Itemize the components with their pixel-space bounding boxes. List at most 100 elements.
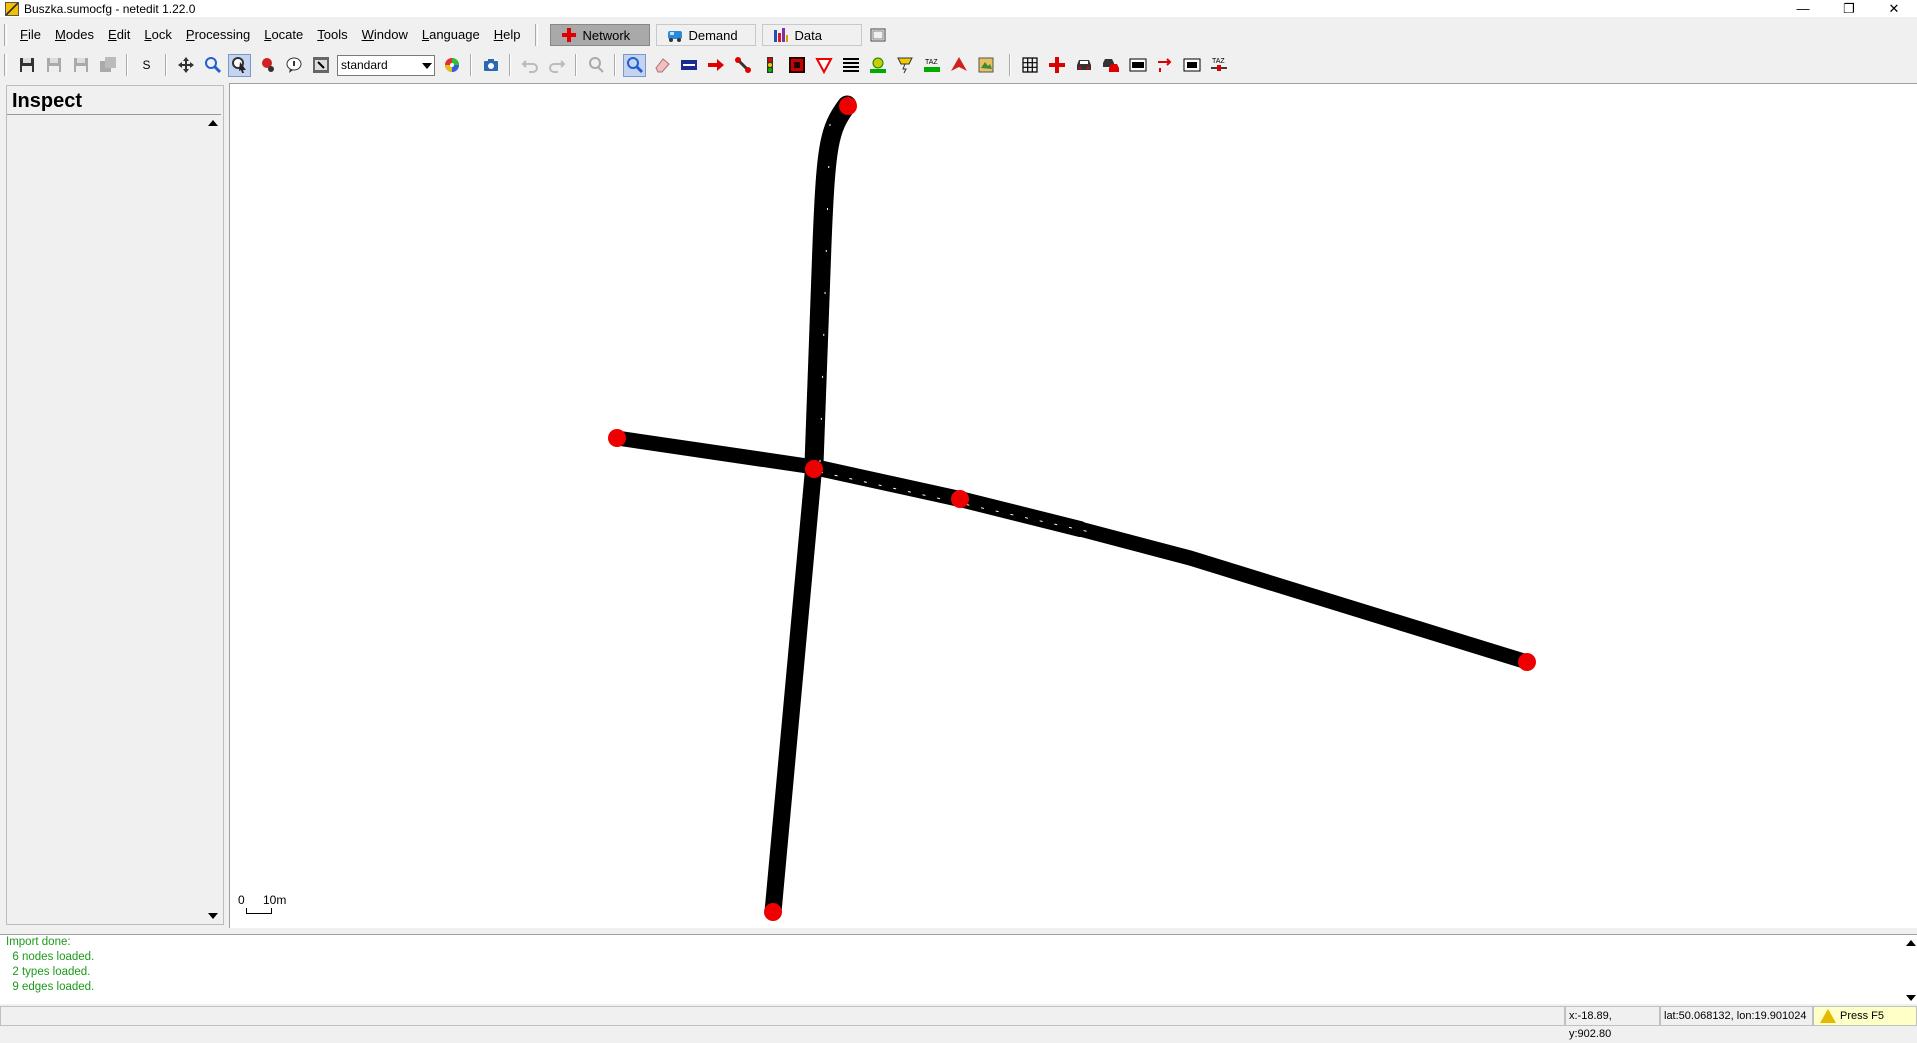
traffic-light-icon[interactable] [758, 54, 781, 77]
zoom-icon[interactable] [201, 54, 224, 77]
restore-button[interactable]: ❐ [1826, 0, 1872, 17]
inspect-network-icon[interactable] [623, 53, 646, 77]
status-main [0, 1006, 1565, 1026]
fullscreen-icon[interactable] [866, 24, 889, 47]
menu-language[interactable]: Language [415, 24, 487, 46]
vehicles-toggle-icon[interactable] [1099, 54, 1122, 77]
s-mode-button[interactable]: S [135, 54, 158, 77]
supermode-network-label: Network [582, 27, 631, 43]
inspect-scrollbar[interactable] [207, 117, 219, 922]
edge-north-south[interactable] [804, 95, 857, 474]
status-latlon: lat:50.068132, lon:19.901024 [1660, 1006, 1813, 1026]
close-button[interactable]: ✕ [1871, 0, 1917, 17]
chevron-down-icon [422, 62, 432, 69]
grid-icon[interactable] [1018, 54, 1041, 77]
save-all-icon[interactable] [96, 54, 119, 77]
save-demand-icon[interactable] [69, 54, 92, 77]
edge-south[interactable] [764, 455, 823, 921]
save-network-icon[interactable] [15, 54, 38, 77]
connection-icon[interactable] [785, 54, 808, 77]
menu-help[interactable]: Help [487, 24, 528, 46]
change-direction-icon[interactable] [1153, 54, 1176, 77]
supermode-network-button[interactable]: Network [550, 24, 651, 46]
menu-lock[interactable]: Lock [137, 24, 178, 46]
menu-edit[interactable]: Edit [101, 24, 137, 46]
scroll-up-icon[interactable] [208, 120, 218, 126]
scroll-down-icon[interactable] [1906, 995, 1916, 1001]
window-title: Buszka.sumocfg - netedit 1.22.0 [24, 1, 196, 16]
toolbar-separator [509, 54, 511, 76]
computing-icon[interactable] [584, 54, 607, 77]
poi-icon[interactable] [974, 54, 997, 77]
color-wheel-icon[interactable] [440, 54, 463, 77]
network-canvas[interactable]: 0 10m [229, 83, 1917, 928]
move-view-icon[interactable] [174, 54, 197, 77]
supermode-demand-button[interactable]: Demand [656, 24, 757, 46]
show-info-icon[interactable] [282, 54, 305, 77]
inspect-mode-icon[interactable] [228, 53, 251, 77]
inspect-title: Inspect [7, 86, 221, 115]
taz-edit-icon[interactable]: TAZ [1207, 54, 1230, 77]
crossing-icon[interactable] [839, 54, 862, 77]
edge-east[interactable] [1072, 521, 1535, 670]
additional-icon[interactable] [866, 54, 889, 77]
save-additionals-icon[interactable] [42, 54, 65, 77]
status-bar: x:-18.89, y:902.80 lat:50.068132, lon:19… [0, 1005, 1917, 1040]
merge-junctions-icon[interactable] [1126, 54, 1149, 77]
menu-grip [4, 24, 7, 46]
locate-junction-icon[interactable] [255, 54, 278, 77]
undo-icon[interactable] [518, 54, 541, 77]
toolbar-grip [4, 54, 7, 76]
delete-eraser-icon[interactable] [650, 54, 673, 77]
select-mode-icon[interactable] [677, 54, 700, 77]
visualization-scheme-value: standard [341, 57, 388, 72]
title-bar: Buszka.sumocfg - netedit 1.22.0 — ❐ ✕ [0, 0, 1917, 17]
status-press-f5[interactable]: Press F5 [1813, 1006, 1917, 1026]
junction-south[interactable] [764, 903, 782, 921]
s-mode-label: S [142, 58, 151, 72]
supermode-data-button[interactable]: Data [762, 24, 863, 46]
polygon-icon[interactable] [947, 54, 970, 77]
menu-tools[interactable]: Tools [310, 24, 354, 46]
edge-west[interactable] [609, 430, 822, 475]
menu-locate[interactable]: Locate [257, 24, 310, 46]
message-scrollbar[interactable] [1905, 938, 1917, 1003]
junction-west[interactable] [608, 429, 626, 447]
status-press-f5-label: Press F5 [1840, 1010, 1885, 1022]
menu-modes[interactable]: Modes [48, 24, 101, 46]
junction-east[interactable] [1518, 653, 1536, 671]
wire-icon[interactable] [893, 54, 916, 77]
junction-mid-east[interactable] [951, 490, 969, 508]
move-element-icon[interactable] [731, 54, 754, 77]
chain-edit-icon[interactable] [1180, 54, 1203, 77]
edge-center-east[interactable] [806, 459, 1088, 537]
junction-shape-icon[interactable] [1045, 54, 1068, 77]
scale-bar [246, 908, 272, 914]
redo-icon[interactable] [545, 54, 568, 77]
scroll-up-icon[interactable] [1906, 940, 1916, 946]
junction-center[interactable] [805, 460, 823, 478]
junction-north[interactable] [839, 97, 857, 115]
scroll-down-icon[interactable] [208, 913, 218, 919]
minimize-button[interactable]: — [1780, 0, 1826, 17]
supermode-demand-label: Demand [688, 27, 738, 43]
vehicle-icon[interactable] [1072, 54, 1095, 77]
menu-window[interactable]: Window [355, 24, 415, 46]
taz-icon[interactable]: TAZ [920, 54, 943, 77]
status-xy-coordinates: x:-18.89, y:902.80 [1565, 1006, 1660, 1040]
scale-label-zero: 0 [238, 893, 245, 907]
toolbar-separator [470, 54, 472, 76]
screenshot-icon[interactable] [479, 54, 502, 77]
prohibition-icon[interactable] [812, 54, 835, 77]
network-view[interactable] [230, 84, 1917, 929]
menu-processing[interactable]: Processing [179, 24, 257, 46]
supermode-data-label: Data [794, 27, 822, 43]
create-edge-icon[interactable] [704, 54, 727, 77]
supermode-grip [535, 24, 539, 46]
demand-icon [667, 27, 683, 43]
inspect-panel: Inspect [6, 85, 224, 925]
toolbar-separator [165, 54, 167, 76]
edit-viewport-icon[interactable] [309, 54, 332, 77]
visualization-scheme-select[interactable]: standard [337, 54, 435, 76]
menu-file[interactable]: File [13, 24, 48, 46]
